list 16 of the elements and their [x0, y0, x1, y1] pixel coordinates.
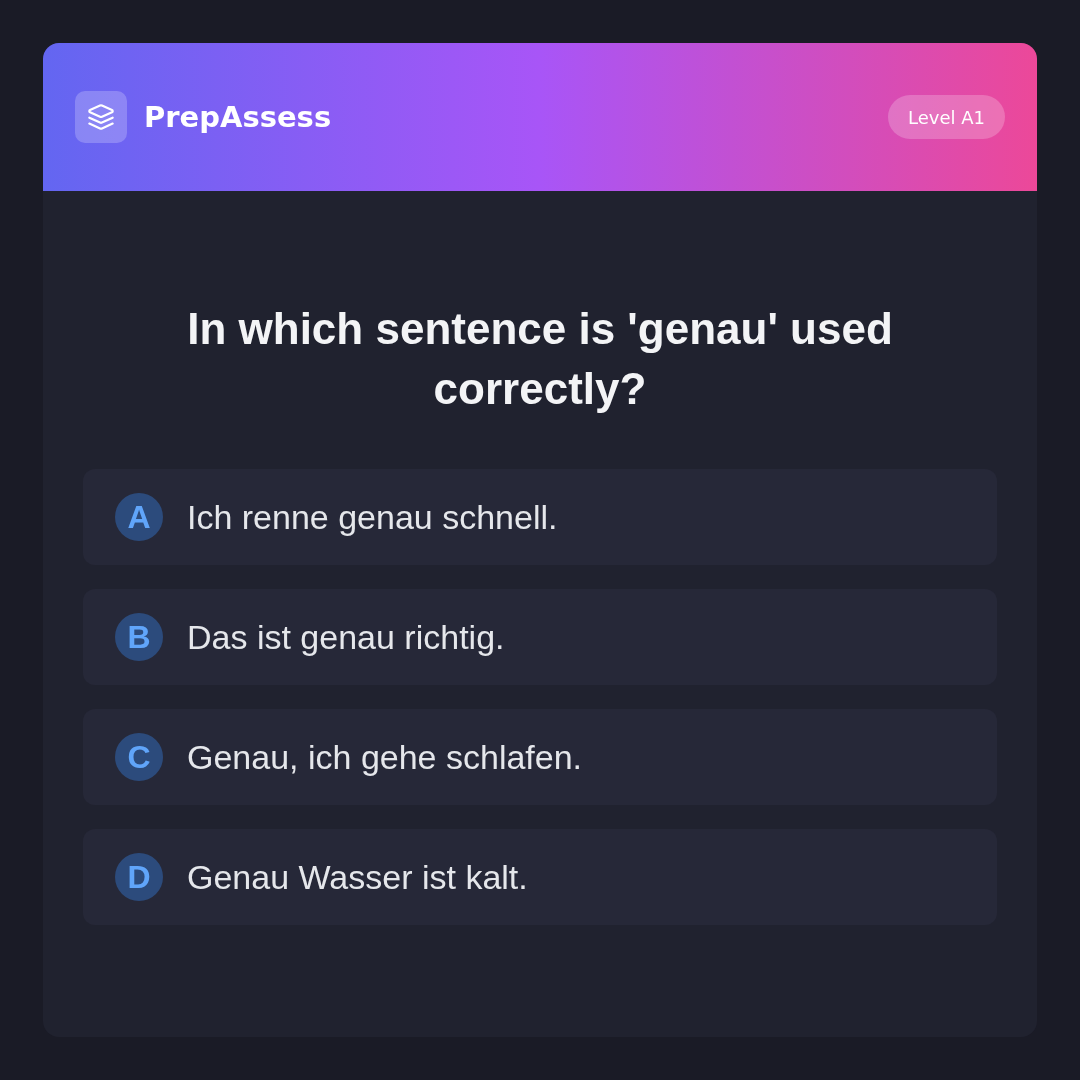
option-letter: D: [115, 853, 163, 901]
option-letter: B: [115, 613, 163, 661]
question-text: In which sentence is 'genau' used correctly?: [186, 303, 894, 415]
option-text: Genau, ich gehe schlafen.: [187, 737, 583, 777]
answer-option[interactable]: B Das ist genau richtig.: [83, 589, 997, 685]
answer-option[interactable]: C Genau, ich gehe schlafen.: [83, 709, 997, 805]
option-text: Genau Wasser ist kalt.: [187, 857, 528, 897]
answer-option[interactable]: A Ich renne genau schnell.: [83, 469, 997, 565]
option-letter: A: [115, 493, 163, 541]
brand-name: PrepAssess: [144, 100, 332, 134]
option-text: Das ist genau richtig.: [187, 617, 505, 657]
answer-option[interactable]: D Genau Wasser ist kalt.: [83, 829, 997, 925]
layers-icon: [75, 91, 127, 143]
option-letter: C: [115, 733, 163, 781]
level-badge: Level A1: [888, 95, 1005, 139]
option-text: Ich renne genau schnell.: [187, 497, 558, 537]
